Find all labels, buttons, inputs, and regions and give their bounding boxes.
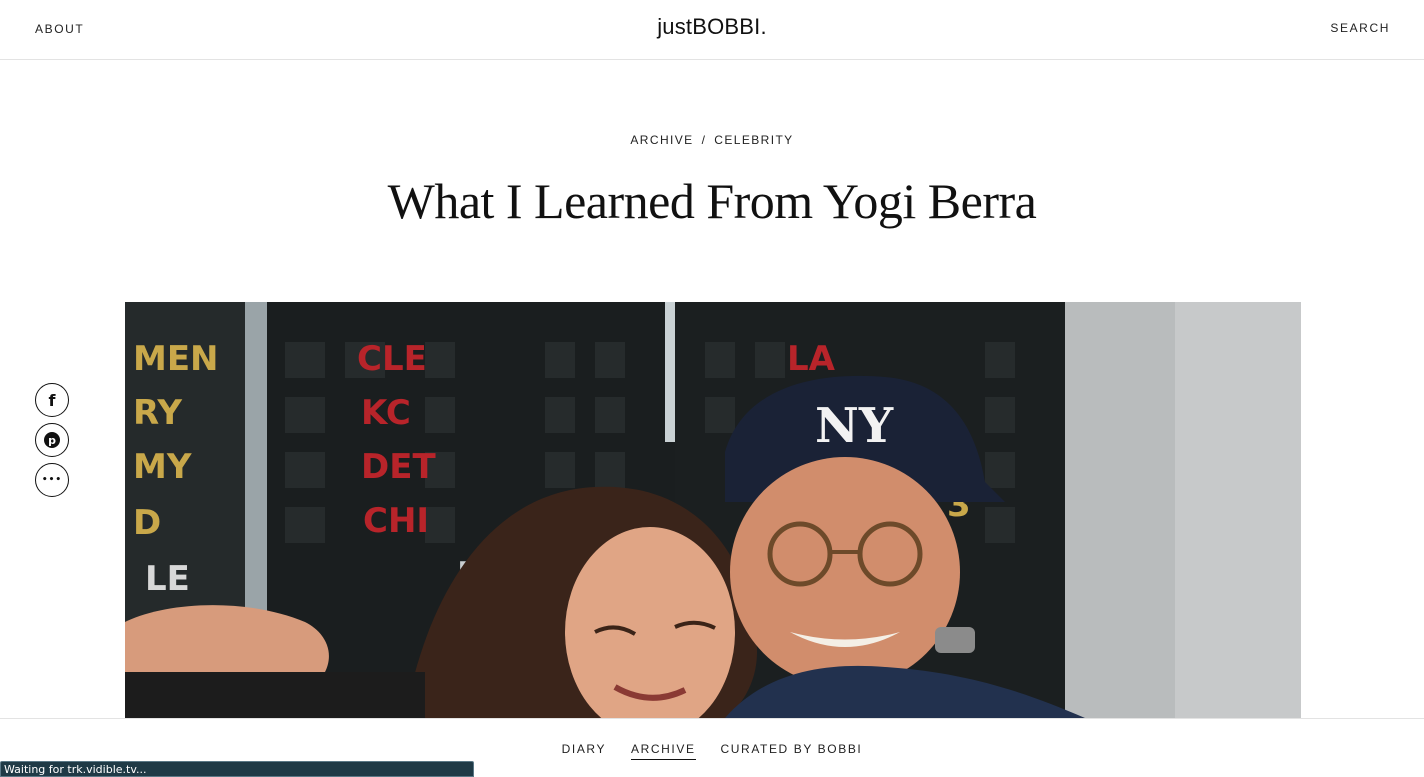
share-bar: f p ••• bbox=[35, 383, 69, 503]
site-header: ABOUT justBOBBI. SEARCH bbox=[0, 0, 1424, 60]
page: ABOUT justBOBBI. SEARCH ARCHIVE / CELEBRIT… bbox=[0, 0, 1424, 777]
site-logo[interactable]: justBOBBI. bbox=[0, 14, 1424, 40]
scoreboard-text: CLE bbox=[357, 339, 427, 379]
breadcrumb: ARCHIVE / CELEBRITY bbox=[0, 133, 1424, 147]
more-share-button[interactable]: ••• bbox=[35, 463, 69, 497]
scoreboard-text: RY bbox=[133, 393, 182, 433]
pinterest-icon: p bbox=[44, 432, 60, 448]
scoreboard-text: LE bbox=[145, 559, 190, 599]
cap-logo: NY bbox=[815, 398, 894, 454]
facebook-share-button[interactable]: f bbox=[35, 383, 69, 417]
breadcrumb-separator: / bbox=[701, 133, 707, 147]
scoreboard-text: DET bbox=[361, 447, 436, 487]
breadcrumb-archive-link[interactable]: ARCHIVE bbox=[630, 133, 693, 147]
bottom-nav-curated[interactable]: CURATED BY BOBBI bbox=[721, 742, 863, 759]
pinterest-glyph: p bbox=[48, 433, 56, 447]
search-button[interactable]: SEARCH bbox=[1330, 21, 1390, 35]
scoreboard-text: CHI bbox=[363, 501, 429, 541]
more-dots-icon: ••• bbox=[41, 475, 63, 485]
scoreboard-text: D bbox=[133, 503, 161, 543]
article-title: What I Learned From Yogi Berra bbox=[387, 173, 1037, 229]
scoreboard-text: MEN bbox=[133, 339, 219, 379]
bottom-nav-archive[interactable]: ARCHIVE bbox=[631, 742, 696, 760]
scoreboard-text: KC bbox=[361, 393, 411, 433]
hero-photo: MEN RY MY D LE CLE KC DET CHI LA NO 8 3 bbox=[125, 302, 1301, 718]
bottom-nav-items: DIARY ARCHIVE CURATED BY BOBBI bbox=[0, 742, 1424, 760]
facebook-icon: f bbox=[48, 390, 56, 410]
breadcrumb-celebrity-link[interactable]: CELEBRITY bbox=[714, 133, 793, 147]
pinterest-share-button[interactable]: p bbox=[35, 423, 69, 457]
bottom-nav-diary[interactable]: DIARY bbox=[562, 742, 606, 759]
scoreboard-text: MY bbox=[133, 447, 192, 487]
browser-status-bar: Waiting for trk.vidible.tv... bbox=[0, 761, 474, 777]
scoreboard-text: LA bbox=[787, 339, 836, 379]
